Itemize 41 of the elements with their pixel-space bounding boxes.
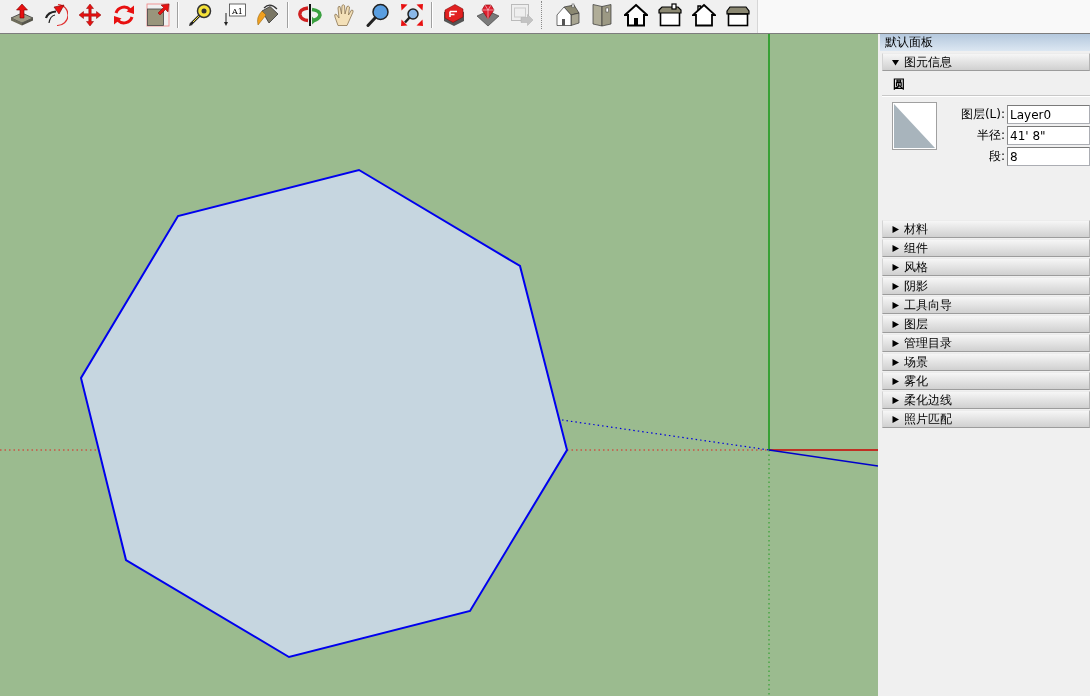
window-arrow-icon	[510, 3, 534, 27]
section-header[interactable]: 雾化	[882, 372, 1090, 390]
input-field[interactable]: 8	[1007, 147, 1090, 166]
section-header[interactable]: 图层	[882, 315, 1090, 333]
roof-box-icon	[726, 3, 750, 27]
input-field[interactable]: 41' 8"	[1007, 126, 1090, 145]
zoom-extents-icon	[400, 3, 424, 27]
section-header[interactable]: 照片匹配	[882, 410, 1090, 428]
scale-icon	[146, 3, 170, 27]
roof-chimney-icon	[658, 3, 682, 27]
input-field[interactable]: Layer0	[1007, 105, 1090, 124]
section-header[interactable]: 风格	[882, 258, 1090, 276]
swatch-icon	[892, 102, 937, 150]
section-header[interactable]: 工具向导	[882, 296, 1090, 314]
section-header[interactable]: 材料	[882, 220, 1090, 238]
section-header[interactable]: 场景	[882, 353, 1090, 371]
house-door-icon	[624, 3, 648, 27]
side-wall-icon	[590, 3, 614, 27]
entity-type-label: 圆	[892, 76, 906, 93]
move-arrows-icon	[78, 3, 102, 27]
paint-bucket-icon	[256, 3, 280, 27]
gem-box-icon	[476, 3, 500, 27]
section-header[interactable]: 管理目录	[882, 334, 1090, 352]
house-iso-icon	[556, 3, 580, 27]
orbit-icon	[298, 3, 322, 27]
section-header[interactable]: 柔化边线	[882, 391, 1090, 409]
section-header[interactable]: 阴影	[882, 277, 1090, 295]
field-label: 半径:	[975, 127, 1005, 144]
house-outline-icon	[692, 3, 716, 27]
section-header[interactable]: 组件	[882, 239, 1090, 257]
push-pull-icon	[10, 3, 34, 27]
tape-measure-icon	[188, 3, 212, 27]
box-logo-icon	[442, 3, 466, 27]
hand-icon	[332, 3, 356, 27]
panel-title: 默认面板	[880, 34, 1090, 51]
rotate-icon	[112, 3, 136, 27]
field-label: 段:	[987, 148, 1005, 165]
field-label: 图层(L):	[959, 106, 1005, 123]
section-header[interactable]: 图元信息	[882, 53, 1090, 71]
curved-arrow-icon	[44, 3, 68, 27]
magnifier-icon	[366, 3, 390, 27]
